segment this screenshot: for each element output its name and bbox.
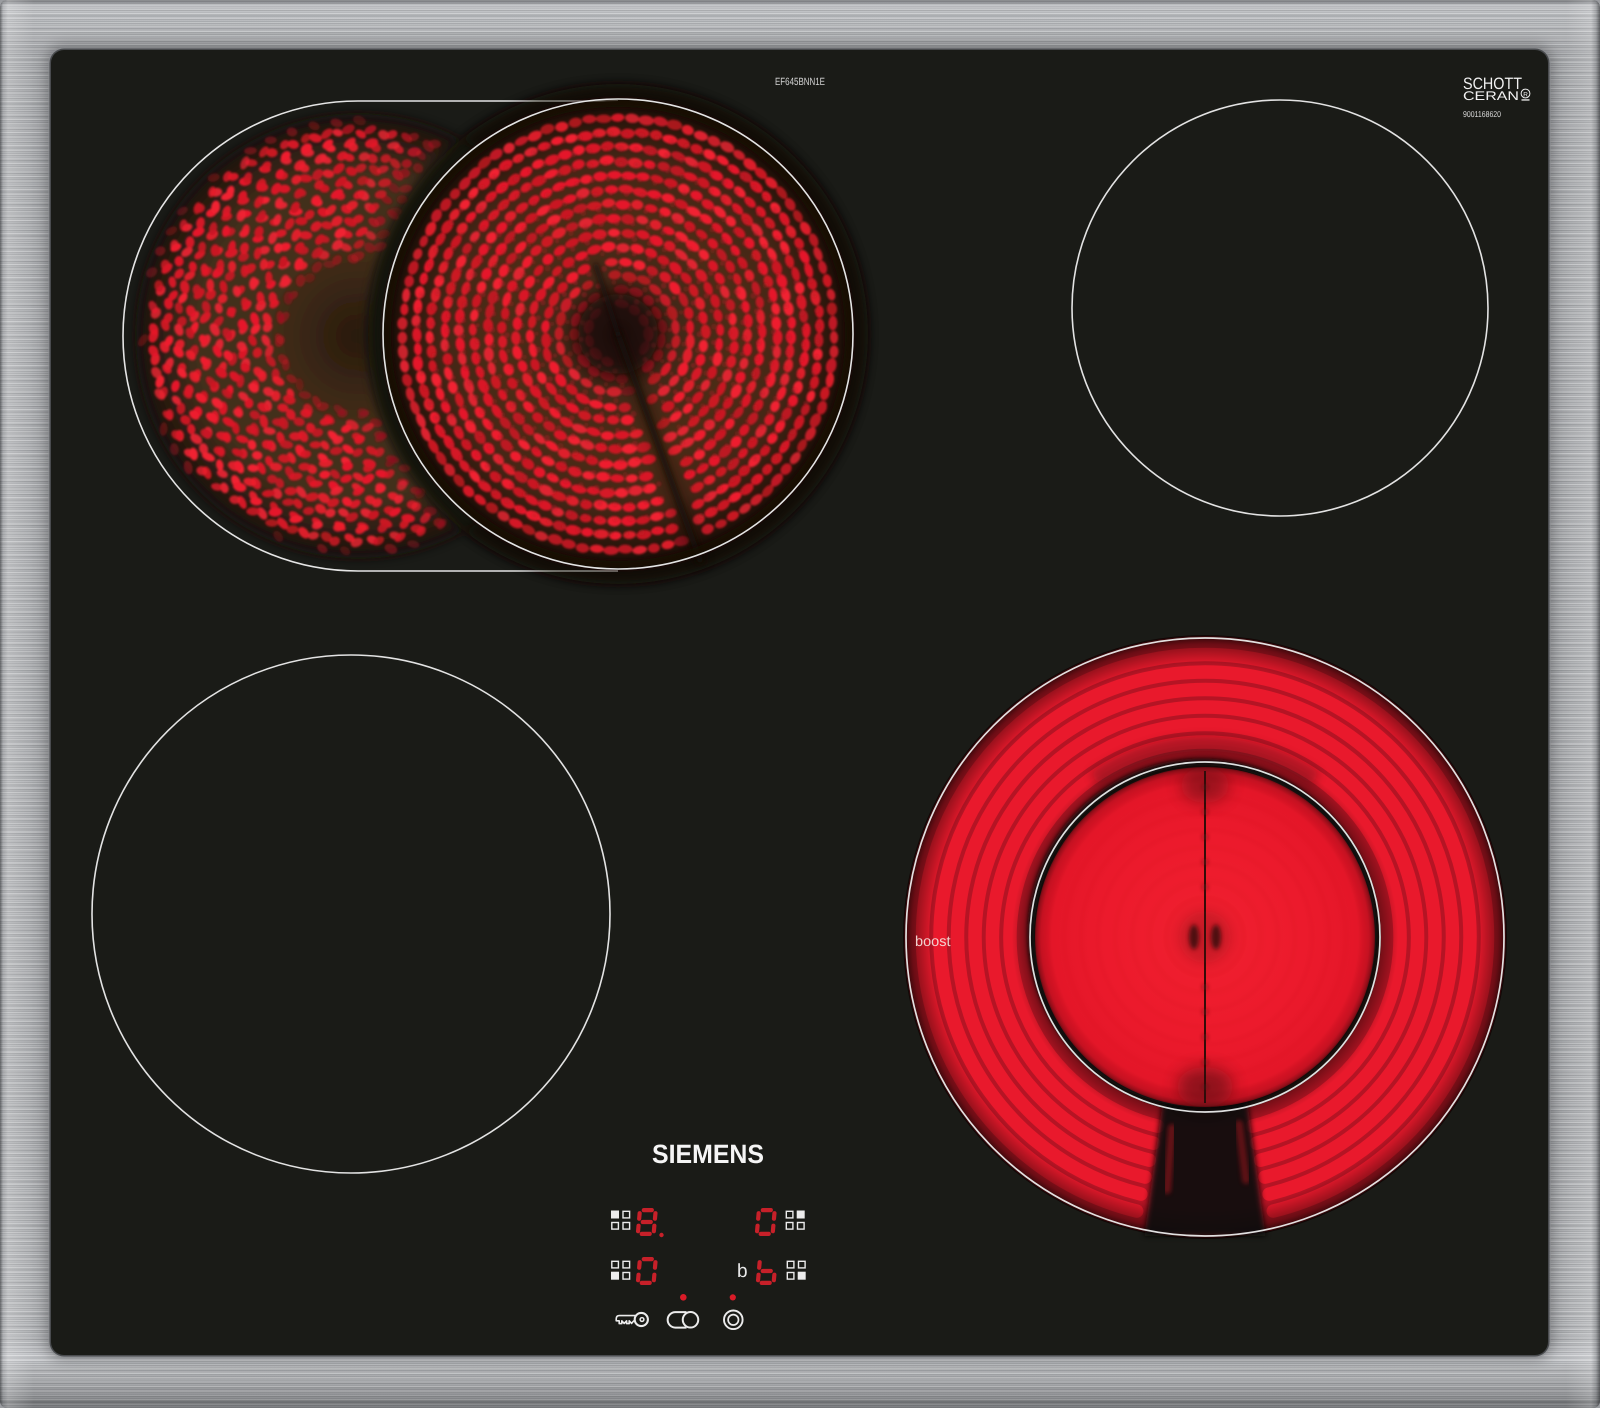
- svg-text:R: R: [1523, 91, 1528, 98]
- svg-text:9001168620: 9001168620: [1463, 109, 1501, 119]
- svg-text:b: b: [737, 1261, 748, 1282]
- svg-text:EF645BNN1E: EF645BNN1E: [775, 76, 825, 88]
- svg-text:SIEMENS: SIEMENS: [652, 1139, 764, 1169]
- svg-text:CERAN: CERAN: [1463, 89, 1519, 103]
- svg-text:boost: boost: [915, 934, 950, 950]
